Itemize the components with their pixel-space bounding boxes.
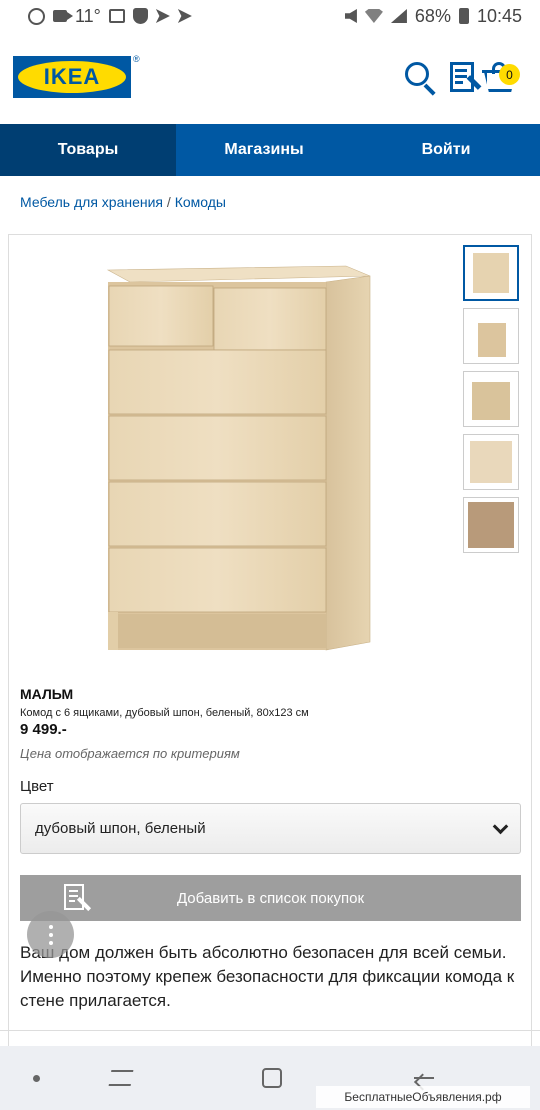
status-bar-left: 11°: [28, 6, 192, 27]
temperature: 11°: [75, 5, 101, 26]
breadcrumb-link-dressers[interactable]: Комоды: [175, 194, 226, 210]
breadcrumb: Мебель для хранения / Комоды: [20, 194, 226, 210]
send-icon: [177, 9, 192, 23]
thumbnail-strip: [463, 245, 521, 560]
color-select-value: дубовый шпон, беленый: [35, 820, 206, 837]
thumbnail-4[interactable]: [463, 434, 519, 490]
tab-stores[interactable]: Магазины: [176, 124, 352, 176]
add-to-list-label: Добавить в список покупок: [176, 889, 365, 907]
main-nav: Товары Магазины Войти: [0, 124, 540, 176]
product-name: МАЛЬМ: [20, 686, 74, 702]
clock: 10:45: [476, 5, 522, 26]
battery-icon: [458, 8, 469, 24]
wifi-icon: [364, 9, 383, 23]
product-price: 9 499.-: [20, 721, 67, 738]
logo-registered-mark: ®: [133, 54, 140, 64]
breadcrumb-link-storage[interactable]: Мебель для хранения: [20, 194, 163, 210]
section-divider: [0, 1030, 540, 1031]
product-description: Комод с 6 ящиками, дубовый шпон, беленый…: [20, 707, 309, 719]
assistant-dot-icon[interactable]: [28, 1046, 44, 1110]
color-select[interactable]: дубовый шпон, беленый: [20, 803, 521, 854]
color-label: Цвет: [20, 778, 54, 795]
price-note: Цена отображается по критериям: [20, 746, 240, 761]
video-icon: [53, 10, 73, 22]
watermark: БесплатныеОбъявления.рф: [316, 1086, 530, 1108]
product-image[interactable]: [100, 258, 380, 654]
ikea-logo[interactable]: IKEA: [13, 56, 131, 98]
breadcrumb-separator: /: [166, 194, 171, 210]
add-to-shopping-list-button[interactable]: Добавить в список покупок: [20, 875, 521, 921]
tab-products[interactable]: Товары: [0, 124, 176, 176]
shopping-list-icon: [64, 884, 92, 914]
logo-text: IKEA: [18, 61, 126, 93]
thumbnail-2[interactable]: [463, 308, 519, 364]
recent-apps-icon[interactable]: [105, 1046, 137, 1110]
tab-login[interactable]: Войти: [352, 124, 540, 176]
cart-count-badge: 0: [499, 64, 520, 85]
status-bar-right: 68% 10:45: [344, 5, 522, 27]
chevron-down-icon: [492, 818, 509, 835]
thumbnail-5[interactable]: [463, 497, 519, 553]
battery-percent: 68%: [414, 5, 451, 26]
shopping-list-icon[interactable]: [448, 60, 484, 96]
safety-info-text: Ваш дом должен быть абсолютно безопасен …: [20, 943, 515, 1010]
whatsapp-icon: [28, 7, 45, 25]
thumbnail-1[interactable]: [463, 245, 519, 301]
search-icon[interactable]: [403, 60, 439, 96]
shield-icon: [132, 8, 148, 24]
signal-icon: [390, 9, 407, 23]
image-icon: [108, 9, 125, 23]
status-bar: 11° 68% 10:45: [0, 0, 540, 32]
site-header: IKEA ® 0: [0, 32, 540, 124]
thumbnail-3[interactable]: [463, 371, 519, 427]
home-icon[interactable]: [256, 1046, 288, 1110]
more-options-fab[interactable]: [27, 911, 74, 958]
send-icon: [155, 9, 170, 23]
mute-icon: [344, 9, 357, 23]
